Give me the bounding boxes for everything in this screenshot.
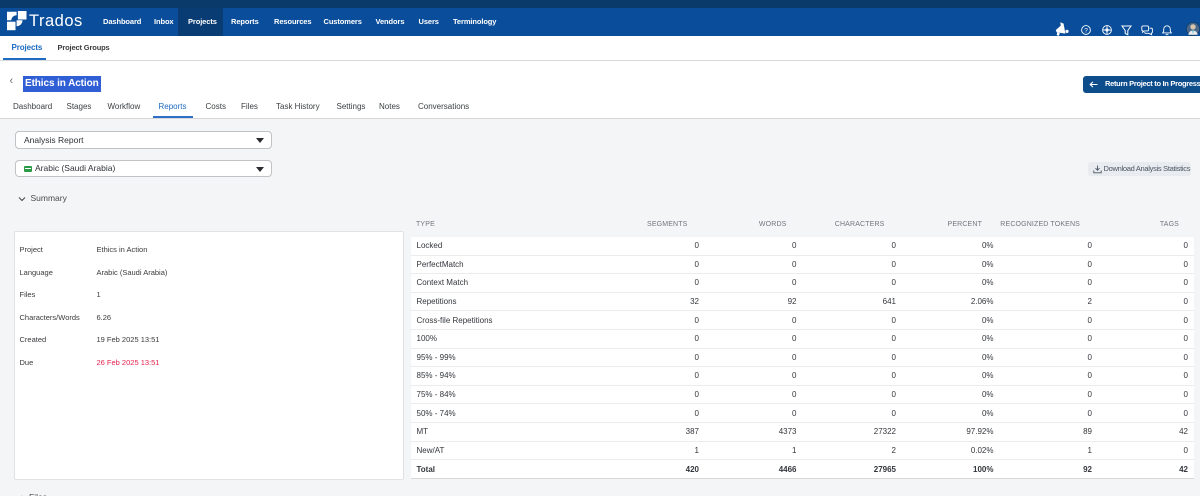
svg-text:?: ? bbox=[1084, 27, 1088, 34]
